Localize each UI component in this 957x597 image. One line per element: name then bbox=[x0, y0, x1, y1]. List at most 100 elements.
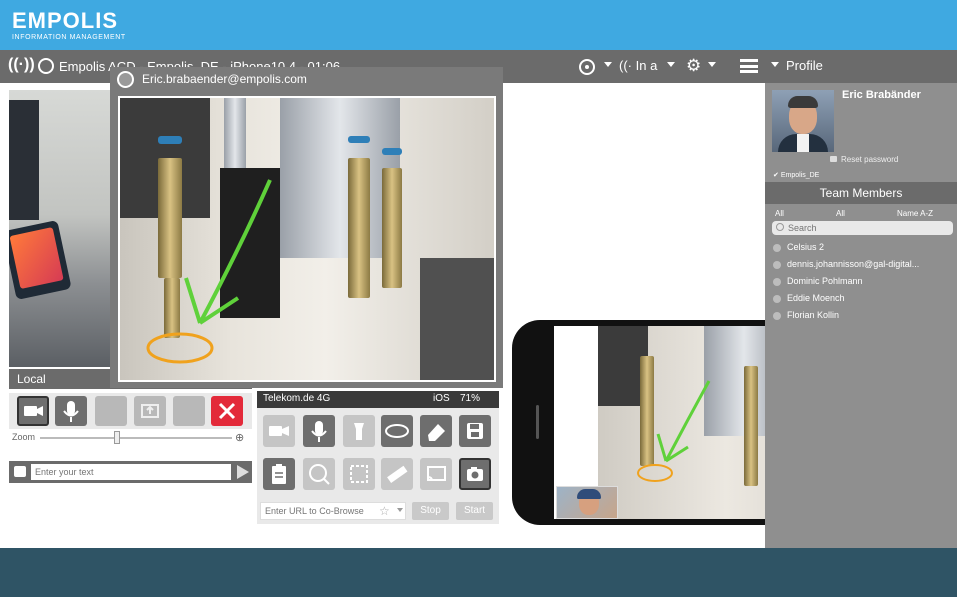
zoom-text-button[interactable] bbox=[303, 458, 335, 490]
chat-bar bbox=[9, 461, 252, 483]
hamburger-icon[interactable] bbox=[740, 59, 758, 73]
member-name: Eddie Moench bbox=[787, 293, 845, 303]
video-button[interactable] bbox=[263, 415, 295, 447]
brand-name: EMPOLIS bbox=[12, 8, 119, 33]
chevron-down-icon[interactable] bbox=[667, 62, 675, 67]
close-icon bbox=[218, 402, 236, 420]
ruler-button[interactable] bbox=[381, 458, 413, 490]
chevron-down-icon[interactable] bbox=[604, 62, 612, 67]
audio-label: In a bbox=[635, 58, 658, 73]
search-box bbox=[772, 221, 953, 235]
avatar-shirt bbox=[797, 134, 809, 152]
member-name: Celsius 2 bbox=[787, 242, 825, 252]
local-video-phone bbox=[9, 219, 72, 301]
star-icon[interactable]: ☆ bbox=[379, 504, 390, 518]
chevron-down-icon[interactable] bbox=[771, 62, 779, 67]
chat-input[interactable] bbox=[31, 464, 231, 480]
cast-button[interactable] bbox=[420, 458, 452, 490]
call-icon[interactable]: ((·)) bbox=[8, 56, 35, 74]
status-dot bbox=[773, 244, 781, 252]
profile-menu[interactable]: Profile bbox=[786, 58, 823, 73]
crosshair-icon[interactable] bbox=[579, 59, 595, 75]
start-button[interactable]: Start bbox=[456, 502, 493, 520]
chat-icon bbox=[14, 466, 26, 477]
clipboard-icon bbox=[272, 464, 286, 484]
eraser-icon bbox=[428, 424, 445, 441]
microphone-icon bbox=[311, 421, 327, 442]
audio-menu[interactable]: ((· In a bbox=[619, 58, 657, 73]
chevron-down-icon[interactable] bbox=[708, 62, 716, 67]
text-select-icon bbox=[350, 465, 368, 483]
microphone-button[interactable] bbox=[303, 415, 335, 447]
self-view-thumbnail[interactable] bbox=[556, 486, 618, 519]
screen-share-icon bbox=[141, 404, 159, 418]
snapshot-button[interactable] bbox=[459, 458, 491, 490]
local-controls bbox=[9, 393, 252, 429]
carrier: Telekom.de bbox=[263, 393, 315, 404]
eraser-button[interactable] bbox=[420, 415, 452, 447]
profile-name: Eric Brabänder bbox=[842, 89, 921, 101]
annotation-overlay bbox=[146, 179, 272, 364]
send-icon[interactable] bbox=[237, 465, 249, 479]
text-select-button[interactable] bbox=[343, 458, 375, 490]
gear-icon[interactable]: ⚙ bbox=[686, 56, 701, 76]
remote-video-panel: Eric.brabaender@empolis.com bbox=[110, 67, 503, 388]
microphone-button[interactable] bbox=[55, 396, 87, 426]
phone-side-button bbox=[536, 405, 539, 439]
search-input[interactable] bbox=[788, 221, 948, 235]
ruler-icon bbox=[387, 465, 408, 484]
camera-button[interactable] bbox=[17, 396, 49, 426]
member-name: Florian Kollin bbox=[787, 310, 840, 320]
blank-button[interactable] bbox=[173, 396, 205, 426]
speaker-icon: ((· bbox=[619, 58, 632, 73]
save-button[interactable] bbox=[459, 415, 491, 447]
list-item[interactable]: Eddie Moench bbox=[765, 292, 957, 308]
footer-bar bbox=[0, 548, 957, 597]
screen-share-button[interactable] bbox=[134, 396, 166, 426]
battery-level: 71% bbox=[460, 393, 481, 404]
profile-sidebar: Eric Brabänder Reset password ✔ Empolis_… bbox=[765, 83, 957, 548]
chevron-down-icon[interactable] bbox=[397, 508, 403, 512]
stop-button[interactable]: Stop bbox=[412, 502, 449, 520]
blank-button[interactable] bbox=[95, 396, 127, 426]
remote-video[interactable] bbox=[118, 96, 496, 382]
video-icon bbox=[269, 426, 289, 436]
cast-icon bbox=[427, 466, 446, 482]
zoom-slider[interactable] bbox=[40, 437, 232, 439]
avatar bbox=[772, 90, 834, 152]
list-item[interactable]: Dominic Pohlmann bbox=[765, 275, 957, 291]
pip-hair bbox=[577, 489, 601, 499]
ellipse-tool-button[interactable] bbox=[381, 415, 413, 447]
user-icon bbox=[38, 58, 54, 74]
microphone-icon bbox=[63, 401, 79, 422]
flashlight-icon bbox=[354, 423, 364, 440]
list-item[interactable]: Celsius 2 bbox=[765, 241, 957, 257]
local-video bbox=[9, 90, 110, 367]
status-dot bbox=[773, 261, 781, 269]
zoom-in-icon[interactable]: ⊕ bbox=[235, 431, 244, 444]
local-video-monitor bbox=[9, 100, 39, 220]
device-status-bar: Telekom.de 4G iOS 71% bbox=[257, 391, 499, 408]
tenant-label: ✔ Empolis_DE bbox=[773, 172, 820, 179]
filter-status[interactable]: All bbox=[775, 209, 784, 218]
flashlight-button[interactable] bbox=[343, 415, 375, 447]
filter-group[interactable]: All bbox=[836, 209, 845, 218]
top-bar: EMPOLIS INFORMATION MANAGEMENT bbox=[0, 0, 957, 50]
status-dot bbox=[773, 295, 781, 303]
filter-sort[interactable]: Name A-Z bbox=[897, 209, 933, 218]
end-call-button[interactable] bbox=[211, 396, 243, 426]
annotation-ellipse bbox=[637, 464, 673, 482]
zoom-slider-thumb[interactable] bbox=[114, 431, 120, 444]
zoom-label: Zoom bbox=[12, 432, 36, 442]
device-tools-panel: Telekom.de 4G iOS 71% ☆ Stop Start bbox=[257, 391, 499, 524]
list-item[interactable]: dennis.johannisson@gal-digital... bbox=[765, 258, 957, 274]
reset-password-link[interactable]: Reset password bbox=[841, 155, 898, 164]
member-name: Dominic Pohlmann bbox=[787, 276, 863, 286]
camera-icon bbox=[24, 406, 43, 416]
clipboard-button[interactable] bbox=[263, 458, 295, 490]
network: 4G bbox=[316, 393, 331, 404]
camera-icon bbox=[467, 467, 483, 481]
list-item[interactable]: Florian Kollin bbox=[765, 309, 957, 325]
avatar-hair bbox=[788, 96, 818, 108]
status-dot bbox=[773, 278, 781, 286]
